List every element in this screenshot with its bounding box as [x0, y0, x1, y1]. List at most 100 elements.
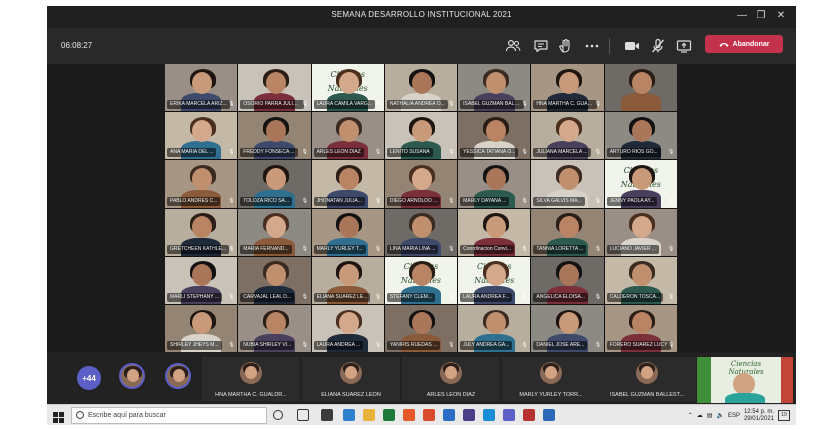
volume-icon[interactable]: 🔈 [716, 412, 723, 419]
video-tile[interactable]: Ciencias NaturalesJENNY PAOLA AY...🎙 [604, 160, 677, 208]
office-icon[interactable] [403, 409, 415, 421]
video-tile[interactable]: ELIANA SUAREZ LE... 🎙 [311, 256, 384, 304]
participant-name: CALDERON TOSCA... [606, 292, 664, 302]
video-tile[interactable]: TANNIA LORETTA ... 🎙 [531, 208, 604, 256]
video-tile[interactable]: HNA MARTHA C. GUALD... 🎙 [531, 64, 604, 112]
video-tile[interactable]: ISABEL GUZMAN BALLEST... 🎙 [458, 64, 531, 112]
video-tile[interactable]: NATHALIA ANDREA O... 🎙 [384, 64, 458, 112]
video-tile[interactable]: MARLI STEPHANY ... 🎙 [165, 256, 238, 304]
cloud-icon[interactable]: ☁ [697, 412, 703, 419]
video-tile[interactable]: LUCIANO JAVIER ... 🎙 [604, 208, 677, 256]
taskbar-search[interactable]: Escribe aquí para buscar [71, 407, 267, 424]
mic-muted-icon: 🎙 [521, 293, 528, 300]
close-icon[interactable]: ✕ [773, 8, 789, 24]
teams-icon[interactable] [503, 409, 515, 421]
word-icon[interactable] [443, 409, 455, 421]
chat-icon[interactable] [532, 37, 550, 55]
strip-tile[interactable]: ELIANA SUAREZ LEON [302, 357, 400, 401]
video-tile[interactable]: CARVAJAL LEAL D... 🎙 [238, 256, 311, 304]
person-face [265, 312, 286, 335]
video-tile[interactable]: ANA MARIA DEL ... 🎙 [165, 112, 238, 160]
video-tile[interactable]: NUBIA SHIRLEY VI... 🎙 [238, 304, 311, 352]
chrome-icon[interactable] [423, 409, 435, 421]
onenote-icon[interactable] [463, 409, 475, 421]
participant-name: NATHALIA ANDREA O... [386, 100, 448, 110]
person-face [632, 167, 653, 190]
video-tile[interactable]: FORERO SUAREZ LUCY 🎙 [604, 304, 677, 352]
video-tile[interactable]: SHIRLEY JHEYS M... 🎙 [165, 304, 238, 352]
avatar[interactable] [165, 363, 191, 389]
notification-icon[interactable]: 19 [778, 410, 790, 421]
participant-name: FREDDY FONSECA ... [240, 148, 298, 158]
maximize-icon[interactable]: ❐ [753, 8, 769, 24]
participant-name: DANIEL JOSE ARE... [533, 341, 588, 350]
camera-icon[interactable] [623, 37, 641, 55]
strip-tile[interactable]: MARLY YURLEY TORR... [502, 357, 600, 401]
strip-tile[interactable]: ARLES LEON DIAZ [402, 357, 500, 401]
video-tile[interactable]: ANGELICA ELOISA... 🎙 [531, 256, 604, 304]
file-explorer-icon[interactable] [363, 409, 375, 421]
minimize-icon[interactable]: — [734, 8, 750, 24]
person-face [485, 216, 506, 239]
video-tile[interactable]: MARIA FERNAND... 🎙 [238, 208, 311, 256]
participant-name: TANNIA LORETTA ... [533, 244, 587, 254]
more-options-icon[interactable] [583, 37, 601, 55]
video-tile[interactable]: Ciencias NaturalesLAURA ANDREA F...🎙 [458, 256, 531, 304]
app-icon[interactable] [523, 409, 535, 421]
video-tile[interactable]: YANIRIS RUEDAS ... 🎙 [384, 304, 458, 352]
mic-muted-icon[interactable] [649, 37, 667, 55]
teams-meeting-window: SEMANA DESARROLLO INSTITUCIONAL 2021 — ❐… [47, 6, 796, 425]
video-tile[interactable]: SILVA GALVIS MA... 🎙 [531, 160, 604, 208]
language-indicator[interactable]: ESP [728, 413, 740, 419]
video-tile[interactable]: TOLOZA RICO SA... 🎙 [238, 160, 311, 208]
video-tile[interactable]: JHONATAN JULIA... 🎙 [311, 160, 384, 208]
participant-strip: +44 HNA MARTHA C. GUALDR... ELIANA SUARE… [47, 353, 796, 405]
video-tile[interactable]: Ciencias NaturalesLAURA CAMILA VARG...🎙 [311, 64, 384, 112]
taskbar-clock[interactable]: 12:54 p. m. 29/01/2021 [744, 409, 774, 423]
outlook-icon[interactable] [483, 409, 495, 421]
avatar[interactable] [119, 363, 145, 389]
calculator-icon[interactable] [321, 409, 333, 421]
video-tile[interactable]: LINA MARIA LINA ... 🎙 [384, 208, 458, 256]
video-tile[interactable]: JULY ANDREA GA... 🎙 [458, 304, 531, 352]
video-tile[interactable]: MARLY DAYANA ... 🎙 [458, 160, 531, 208]
video-tile[interactable]: OSORIO PARRA JULIO CE... 🎙 [238, 64, 311, 112]
video-tile[interactable]: YESSICA TATIANA O... 🎙 [458, 112, 531, 160]
more-participants-badge[interactable]: +44 [77, 366, 101, 390]
windows-start-icon[interactable] [53, 410, 64, 423]
video-tile[interactable]: ERIKA MARCELA ARIZ... 🎙 [165, 64, 238, 112]
participant-name: ANGELICA ELOISA... [533, 292, 589, 302]
video-tile[interactable]: FREDDY FONSECA ... 🎙 [238, 112, 311, 160]
raise-hand-icon[interactable] [557, 37, 575, 55]
video-tile[interactable]: LAURA ANDREA ... 🎙 [311, 304, 384, 352]
video-tile[interactable]: Coordinacion Convi... 🎙 [458, 208, 531, 256]
person-face [632, 71, 653, 94]
mic-muted-icon: 🎙 [228, 293, 235, 300]
cortana-icon[interactable] [273, 410, 283, 420]
video-tile[interactable]: LENITO SUSANA 🎙 [384, 112, 458, 160]
strip-tile[interactable]: ISABEL GUZMAN BALLEST... [598, 357, 696, 401]
video-tile[interactable]: JULIANA MARCELA ... 🎙 [531, 112, 604, 160]
video-tile[interactable]: MARLY YURLEY T... 🎙 [311, 208, 384, 256]
chevron-up-icon[interactable]: ⌃ [688, 412, 693, 419]
video-tile[interactable]: ARTURO RIOS GO... 🎙 [604, 112, 677, 160]
video-tile[interactable]: ARLES LEON DIAZ 🎙 [311, 112, 384, 160]
task-view-icon[interactable] [297, 409, 309, 421]
excel-icon[interactable] [383, 409, 395, 421]
video-tile[interactable]: DIEGO ARNOLDO ... 🎙 [384, 160, 458, 208]
strip-tile[interactable]: HNA MARTHA C. GUALDR... [202, 357, 300, 401]
video-tile[interactable]: PABLO ANDRES C... 🎙 [165, 160, 238, 208]
leave-button[interactable]: Abandonar [705, 35, 783, 53]
video-tile[interactable]: GRETCHEEN KATHLE... 🎙 [165, 208, 238, 256]
video-tile[interactable]: CALDERON TOSCA... 🎙 [604, 256, 677, 304]
video-tile[interactable] [604, 64, 677, 112]
participants-icon[interactable] [504, 37, 522, 55]
store-icon[interactable] [543, 409, 555, 421]
video-tile[interactable]: DANIEL JOSE ARE... 🎙 [531, 304, 604, 352]
network-icon[interactable]: ▤ [707, 412, 713, 419]
share-screen-icon[interactable] [675, 37, 693, 55]
person-face [265, 119, 286, 142]
video-tile[interactable]: Ciencias NaturalesSTEFANY CLEM...🎙 [384, 256, 458, 304]
title-bar: SEMANA DESARROLLO INSTITUCIONAL 2021 — ❐… [47, 6, 796, 26]
edge-icon[interactable] [343, 409, 355, 421]
